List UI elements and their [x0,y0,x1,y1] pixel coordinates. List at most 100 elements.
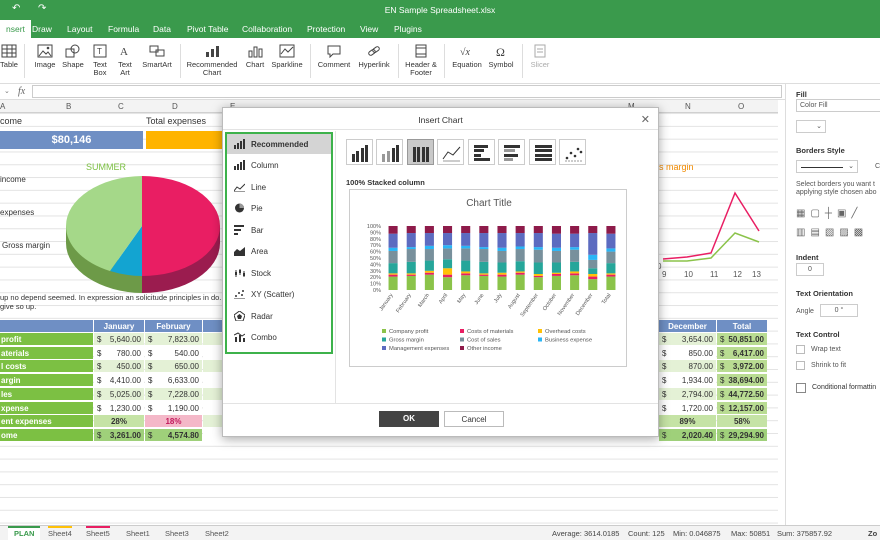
chart-bar-segment [443,226,453,234]
chart-bar-segment [551,247,561,251]
chart-bar-segment [406,273,416,275]
chart-bar-segment [515,274,525,290]
chart-bar-segment [606,248,616,252]
chart-bar-segment [443,245,453,249]
chart-bar-segment [424,245,434,250]
chart-bar-segment [479,226,489,234]
chart-bar-segment [588,233,598,255]
chart-bar-segment [497,250,507,263]
chart-type-pie[interactable]: Pie [227,198,331,218]
chart-bar-segment [443,248,453,260]
chart-type-bar[interactable]: Bar [227,220,331,240]
scatter-chart-icon [234,290,245,299]
variant-clustered-column[interactable] [346,139,373,165]
chart-bar-segment [406,247,416,250]
variant-stacked-bar[interactable] [498,139,525,165]
variant-clustered-bar[interactable] [468,139,495,165]
chart-bar-segment [515,246,525,250]
chart-bar-segment [570,275,580,290]
chart-bar-segment [570,249,580,262]
chart-bar-segment [588,268,598,274]
chart-bar-segment [406,233,416,248]
chart-type-recommended[interactable]: Recommended [227,134,331,154]
ok-button[interactable]: OK [379,411,439,427]
variant-100-stacked-bar[interactable] [529,139,556,165]
chart-type-area[interactable]: Area [227,241,331,261]
chart-type-combo[interactable]: Combo [227,327,331,347]
chart-bar-segment [461,233,471,246]
x-tick-label: Total [601,293,613,306]
chart-bar-segment [479,233,489,248]
y-tick-label: 90% [370,230,381,236]
chart-type-line[interactable]: Line [227,177,331,197]
chart-type-xy-scatter[interactable]: XY (Scatter) [227,284,331,304]
chart-bar-segment [570,226,580,234]
chart-bar-segment [443,233,453,246]
chart-type-radar[interactable]: Radar [227,306,331,326]
chart-type-label: Column [251,161,279,170]
chart-bar-segment [497,272,507,275]
column-chart-icon [234,160,245,170]
chart-bar-segment [551,250,561,263]
close-icon[interactable]: ✕ [641,113,650,126]
legend-swatch [382,337,386,342]
chart-preview: Chart Title 100% 90% 80% 70% 60% 50% 40% 30% 20% 1… [349,189,627,367]
chart-bar-segment [533,226,543,234]
chart-type-label: Radar [251,312,273,321]
chart-bar-segment [497,233,507,248]
chart-bar-segment [533,249,543,263]
variant-scatter[interactable] [559,139,586,165]
chart-bar-segment [443,277,453,290]
legend-label: Costs of materials [467,329,513,335]
chart-bar-segment [479,247,489,250]
chart-type-stock[interactable]: Stock [227,263,331,283]
chart-bar-segment [388,276,398,290]
cancel-button[interactable]: Cancel [444,411,504,427]
y-tick-label: 100% [367,224,381,230]
chart-bar-segment [551,233,561,248]
chart-bar-segment [551,262,561,273]
legend-swatch [460,346,464,350]
chart-bar-segment [515,272,525,275]
chart-bar-segment [606,263,616,274]
chart-bar-segment [461,271,471,274]
dialog-divider [335,131,336,403]
x-tick-label: April [438,293,449,305]
bar-chart-icon [234,225,244,235]
chart-bar-segment [461,260,471,272]
chart-bar-segment [479,275,489,290]
y-tick-label: 0% [373,288,381,294]
chart-bar-segment [388,263,398,274]
chart-bar-segment [479,249,489,262]
chart-bar-segment [606,251,616,264]
chart-type-column[interactable]: Column [227,155,331,175]
variant-name: 100% Stacked column [346,178,425,187]
chart-bar-segment [606,226,616,234]
y-tick-label: 10% [370,282,381,288]
chart-bar-segment [588,276,598,280]
chart-bar-segment [570,271,580,274]
x-tick-label: January [379,293,395,313]
chart-bar-segment [424,233,434,246]
radar-chart-icon [234,311,245,321]
scatter-variant-icon [565,147,583,162]
chart-bar-segment [479,274,489,276]
variant-line[interactable] [437,139,464,165]
chart-bar-segment [424,260,434,271]
chart-bar-segment [424,270,434,273]
variant-stacked-column[interactable] [376,139,403,165]
chart-bar-segment [606,276,616,290]
chart-bar-segment [533,247,543,250]
x-tick-label: June [474,293,486,306]
chart-bar-segment [588,274,598,277]
chart-type-label: Combo [251,333,277,342]
modal-overlay: Insert Chart ✕ Recommended Column Line P… [0,0,880,540]
legend-label: Overhead costs [545,329,586,335]
chart-type-label: Stock [251,269,272,278]
variant-100-stacked-column[interactable] [407,139,434,165]
chart-bar-segment [406,249,416,262]
chart-bar-segment [388,247,398,251]
legend-swatch [460,337,464,342]
x-tick-label: February [395,293,413,315]
chart-bar-segment [515,226,525,234]
